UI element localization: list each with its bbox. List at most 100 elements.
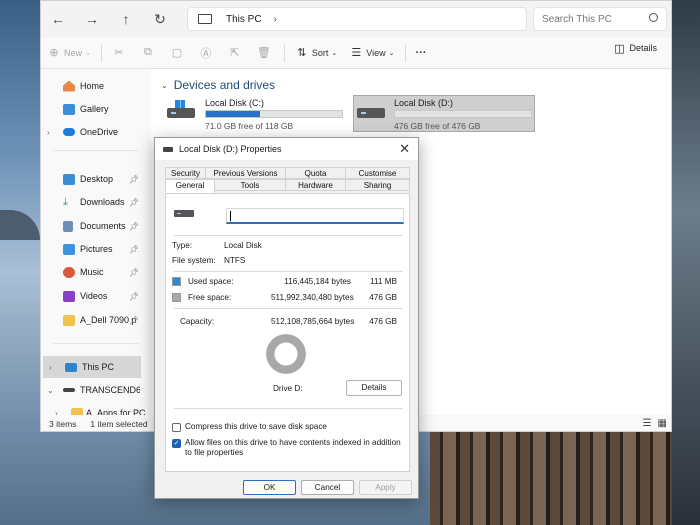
sidebar-item-gallery[interactable]: Gallery (41, 98, 143, 120)
up-button[interactable]: ↑ (109, 5, 143, 33)
chevron-right-icon[interactable]: › (274, 14, 277, 25)
sort-button[interactable]: ⇅ Sort ⌄ (289, 41, 343, 65)
apply-button[interactable]: Apply (359, 480, 412, 495)
view-button[interactable]: ☰ View ⌄ (343, 41, 400, 65)
sidebar-item-folder[interactable]: A_Dell 7090 p 📌︎ (41, 309, 143, 331)
system-drive-icon (167, 100, 201, 124)
tab-previous-versions[interactable]: Previous Versions (205, 167, 286, 179)
drive-icon (63, 388, 75, 392)
drive-name-input[interactable] (226, 208, 404, 224)
computer-icon (65, 362, 77, 372)
more-options-button[interactable]: ··· (410, 41, 433, 65)
delete-button[interactable]: 🗑︎ (251, 41, 280, 65)
sidebar-item-transcend[interactable]: ⌄ TRANSCEND64 (41, 379, 143, 401)
forward-button[interactable]: → (75, 5, 109, 33)
details-button[interactable]: Details (346, 380, 402, 396)
share-icon: ⇱ (230, 47, 240, 59)
tab-security[interactable]: Security (165, 167, 206, 179)
drive-name: Local Disk (C:) (205, 98, 265, 108)
free-space-bytes: 511,992,340,480 bytes (271, 293, 354, 302)
paste-button[interactable]: ▢ (164, 41, 193, 65)
view-label: View (366, 47, 386, 58)
desktop-icon (63, 173, 75, 185)
divider (174, 235, 403, 236)
close-button[interactable]: ✕ (399, 141, 410, 157)
home-icon (63, 80, 75, 92)
more-icon: ··· (415, 46, 427, 59)
capacity-size: 476 GB (369, 317, 397, 326)
copy-button[interactable]: ⧉ (135, 41, 164, 65)
search-icon (649, 13, 658, 22)
fs-label: File system: (172, 256, 216, 265)
sidebar-item-music[interactable]: Music 📌︎ (41, 261, 143, 283)
cloud-icon (63, 128, 75, 136)
tab-sharing[interactable]: Sharing (345, 179, 410, 191)
new-button[interactable]: ⊕ New ⌄ (41, 41, 97, 65)
pin-icon[interactable]: 📌︎ (129, 316, 139, 325)
tab-hardware[interactable]: Hardware (285, 179, 346, 191)
command-bar: ⊕ New ⌄ ✂ ⧉ ▢ Ⓐ ⇱ 🗑︎ ⇅ Sort ⌄ ☰ View ⌄ ··· (41, 37, 671, 69)
picture-icon (63, 243, 75, 255)
tab-tools[interactable]: Tools (214, 179, 286, 191)
drive-usage-bar (205, 110, 343, 118)
pin-icon[interactable]: 📌︎ (129, 268, 139, 277)
share-button[interactable]: ⇱ (222, 41, 251, 65)
index-checkbox[interactable]: ✓ (172, 439, 181, 448)
sidebar-item-videos[interactable]: Videos 📌︎ (41, 285, 143, 307)
sidebar-item-home[interactable]: Home (41, 75, 143, 97)
title-bar: ← → ↑ ↻ This PC › Search This PC (41, 1, 671, 37)
new-label: New (64, 47, 83, 58)
divider (100, 43, 102, 62)
free-space-label: Free space: (188, 293, 232, 302)
sidebar-item-this-pc[interactable]: › This PC (43, 356, 141, 378)
download-icon: ⤓ (63, 195, 68, 208)
sidebar-item-downloads[interactable]: ⤓ Downloads 📌︎ (41, 191, 143, 213)
address-bar[interactable]: This PC › (187, 7, 527, 31)
sort-label: Sort (311, 47, 329, 58)
details-label: Details (629, 43, 657, 53)
rename-button[interactable]: Ⓐ (193, 41, 222, 65)
dialog-title-bar: Local Disk (D:) Properties ✕ (155, 138, 418, 160)
details-pane-button[interactable]: ◫ Details (612, 41, 657, 55)
tab-quota[interactable]: Quota (285, 167, 346, 179)
refresh-button[interactable]: ↻ (143, 5, 177, 33)
type-value: Local Disk (224, 241, 262, 250)
drive-item-c[interactable]: Local Disk (C:) 71.0 GB free of 118 GB (167, 96, 347, 132)
sidebar-item-documents[interactable]: Documents 📌︎ (41, 215, 143, 237)
search-input[interactable]: Search This PC (533, 7, 667, 31)
sidebar-item-desktop[interactable]: Desktop 📌︎ (41, 168, 143, 190)
plus-icon: ⊕ (49, 47, 59, 59)
document-icon (63, 220, 73, 232)
back-button[interactable]: ← (41, 5, 75, 33)
group-header[interactable]: ⌄ Devices and drives (161, 78, 275, 92)
chevron-right-icon[interactable]: › (49, 363, 52, 372)
tab-customise[interactable]: Customise (345, 167, 410, 179)
drive-icon (357, 100, 391, 124)
group-title: Devices and drives (173, 78, 276, 92)
pin-icon[interactable]: 📌︎ (129, 175, 139, 184)
search-placeholder: Search This PC (542, 13, 612, 25)
chevron-down-icon[interactable]: ⌄ (47, 386, 54, 395)
sidebar-label: OneDrive (80, 127, 119, 137)
tiles-view-icon[interactable]: ▦ (658, 418, 667, 429)
navigation-pane: Home Gallery › OneDrive Desktop 📌︎ ⤓ Downlo… (41, 69, 146, 424)
sidebar-item-onedrive[interactable]: › OneDrive (41, 121, 143, 143)
pin-icon[interactable]: 📌︎ (129, 292, 139, 301)
sidebar-label: Documents (80, 221, 126, 231)
drive-item-d[interactable]: Local Disk (D:) 476 GB free of 476 GB (353, 95, 535, 132)
divider (174, 271, 403, 272)
details-view-icon[interactable]: ☰ (643, 418, 652, 429)
fs-value: NTFS (224, 256, 246, 265)
sidebar-item-pictures[interactable]: Pictures 📌︎ (41, 238, 143, 260)
tab-general[interactable]: General (165, 179, 215, 193)
pin-icon[interactable]: 📌︎ (129, 222, 139, 231)
free-space-size: 476 GB (369, 293, 397, 302)
pin-icon[interactable]: 📌︎ (129, 198, 139, 207)
cancel-button[interactable]: Cancel (301, 480, 354, 495)
compress-checkbox[interactable] (172, 423, 181, 432)
pin-icon[interactable]: 📌︎ (129, 245, 139, 254)
scissors-icon: ✂ (114, 47, 124, 59)
cut-button[interactable]: ✂ (106, 41, 135, 65)
ok-button[interactable]: OK (243, 480, 296, 495)
chevron-right-icon[interactable]: › (47, 128, 50, 137)
